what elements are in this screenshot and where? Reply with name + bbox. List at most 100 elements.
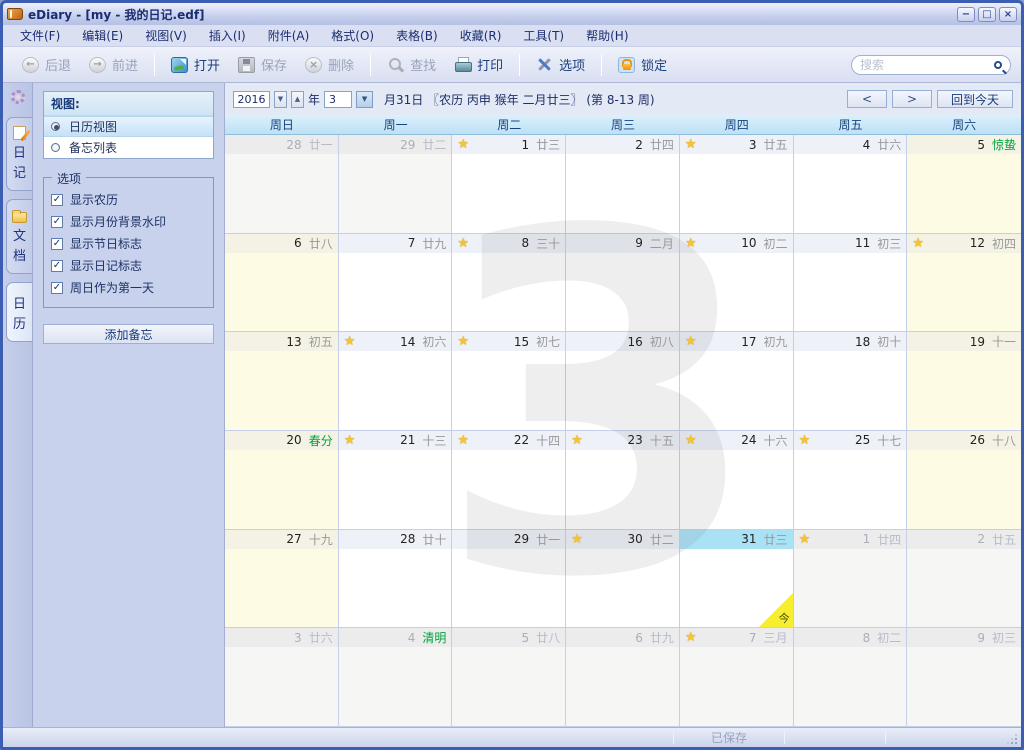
menu-item[interactable]: 收藏(R): [449, 25, 513, 46]
save-button[interactable]: 保存: [229, 51, 296, 78]
calendar-cell[interactable]: 2廿四: [566, 135, 680, 234]
menu-item[interactable]: 文件(F): [9, 25, 71, 46]
option-checkbox[interactable]: ✓显示日记标志: [51, 257, 206, 274]
side-tab-calendar[interactable]: 日历: [6, 282, 32, 342]
calendar-cell[interactable]: 28廿十: [339, 530, 453, 629]
year-spin-down-button[interactable]: ▼: [274, 91, 287, 108]
maximize-button[interactable]: □: [978, 7, 996, 22]
calendar-cell[interactable]: ★17初九: [680, 332, 794, 431]
option-checkbox[interactable]: ✓显示月份背景水印: [51, 213, 206, 230]
delete-button[interactable]: ×删除: [296, 51, 363, 78]
calendar-cell[interactable]: 2廿五: [907, 530, 1021, 629]
menu-item[interactable]: 插入(I): [198, 25, 257, 46]
calendar-cell[interactable]: 3廿六: [225, 628, 339, 727]
cell-header: 18初十: [794, 332, 907, 351]
calendar-cell[interactable]: 9二月: [566, 234, 680, 333]
option-checkbox[interactable]: ✓周日作为第一天: [51, 279, 206, 296]
menu-item[interactable]: 附件(A): [257, 25, 321, 46]
next-month-button[interactable]: >: [892, 90, 932, 108]
open-button[interactable]: 打开: [162, 51, 229, 78]
side-tab-diary[interactable]: 日记: [6, 117, 32, 191]
calendar-cell[interactable]: ★10初二: [680, 234, 794, 333]
calendar-cell[interactable]: 16初八: [566, 332, 680, 431]
view-option[interactable]: 备忘列表: [44, 137, 213, 158]
forward-button[interactable]: →前进: [80, 51, 147, 78]
find-button[interactable]: 查找: [378, 51, 445, 78]
calendar-cell[interactable]: ★14初六: [339, 332, 453, 431]
checkbox-icon: ✓: [51, 194, 63, 206]
checkbox-icon: ✓: [51, 238, 63, 250]
toolbar-separator: [601, 54, 602, 76]
calendar-cell[interactable]: ★12初四: [907, 234, 1021, 333]
print-button[interactable]: 打印: [445, 51, 512, 78]
calendar-cell[interactable]: ★15初七: [452, 332, 566, 431]
options-button[interactable]: 选项: [527, 51, 594, 78]
calendar-cell[interactable]: 18初十: [794, 332, 908, 431]
calendar-cell[interactable]: 6廿八: [225, 234, 339, 333]
diary-star-icon: ★: [685, 236, 697, 251]
side-tab-docs[interactable]: 文档: [6, 199, 32, 274]
add-memo-button[interactable]: 添加备忘: [43, 324, 214, 344]
year-field[interactable]: 2016: [233, 91, 270, 108]
calendar-cell[interactable]: ★3廿五: [680, 135, 794, 234]
calendar-cell[interactable]: 5廿八: [452, 628, 566, 727]
option-checkbox[interactable]: ✓显示农历: [51, 191, 206, 208]
cell-lunar: 廿三: [764, 531, 788, 548]
calendar-cell[interactable]: 5惊蛰: [907, 135, 1021, 234]
minimize-button[interactable]: −: [957, 7, 975, 22]
menu-item[interactable]: 帮助(H): [575, 25, 639, 46]
calendar-cell[interactable]: ★7三月: [680, 628, 794, 727]
lock-button[interactable]: 锁定: [609, 51, 676, 78]
weekday-header: 周三: [566, 115, 680, 134]
search-icon[interactable]: [994, 61, 1002, 69]
calendar-cell[interactable]: 26十八: [907, 431, 1021, 530]
year-spin-up-button[interactable]: ▲: [291, 91, 304, 108]
menu-item[interactable]: 编辑(E): [71, 25, 134, 46]
diary-star-icon: ★: [799, 433, 811, 448]
calendar-cell[interactable]: 27十九: [225, 530, 339, 629]
month-field[interactable]: 3: [324, 91, 352, 108]
calendar-cell[interactable]: ★23十五: [566, 431, 680, 530]
settings-button[interactable]: [11, 89, 25, 108]
calendar-cell[interactable]: ★25十七: [794, 431, 908, 530]
calendar-cell[interactable]: ★22十四: [452, 431, 566, 530]
calendar-cell[interactable]: 20春分: [225, 431, 339, 530]
calendar-cell[interactable]: 31廿三今: [680, 530, 794, 629]
cell-header: 9二月: [566, 234, 679, 253]
calendar-cell[interactable]: 6廿九: [566, 628, 680, 727]
calendar-cell[interactable]: ★1廿四: [794, 530, 908, 629]
view-option[interactable]: 日历视图: [44, 116, 213, 137]
back-button[interactable]: ←后退: [13, 51, 80, 78]
calendar-cell[interactable]: 13初五: [225, 332, 339, 431]
prev-month-button[interactable]: <: [847, 90, 887, 108]
calendar-cell[interactable]: 29廿一: [452, 530, 566, 629]
calendar-cell[interactable]: ★21十三: [339, 431, 453, 530]
close-button[interactable]: ×: [999, 7, 1017, 22]
calendar-cell[interactable]: ★1廿三: [452, 135, 566, 234]
calendar-cell[interactable]: 4廿六: [794, 135, 908, 234]
cell-lunar: 十一: [992, 333, 1016, 350]
calendar-cell[interactable]: 4清明: [339, 628, 453, 727]
calendar-cell[interactable]: ★30廿二: [566, 530, 680, 629]
search-input[interactable]: [860, 58, 990, 72]
resize-grip[interactable]: [1006, 733, 1018, 745]
calendar-cell[interactable]: 29廿二: [339, 135, 453, 234]
calendar-cell[interactable]: 28廿一: [225, 135, 339, 234]
menu-item[interactable]: 工具(T): [512, 25, 575, 46]
menu-item[interactable]: 格式(O): [320, 25, 385, 46]
calendar-cell[interactable]: 19十一: [907, 332, 1021, 431]
option-checkbox[interactable]: ✓显示节日标志: [51, 235, 206, 252]
cell-header: ★17初九: [680, 332, 793, 351]
cell-lunar: 十八: [992, 432, 1016, 449]
calendar-cell[interactable]: 7廿九: [339, 234, 453, 333]
month-dropdown-button[interactable]: ▼: [356, 91, 373, 108]
menu-item[interactable]: 视图(V): [134, 25, 198, 46]
menu-item[interactable]: 表格(B): [385, 25, 449, 46]
calendar-cell[interactable]: 11初三: [794, 234, 908, 333]
cell-lunar: 廿九: [650, 629, 674, 646]
calendar-cell[interactable]: 9初三: [907, 628, 1021, 727]
calendar-cell[interactable]: 8初二: [794, 628, 908, 727]
calendar-cell[interactable]: ★24十六: [680, 431, 794, 530]
back-to-today-button[interactable]: 回到今天: [937, 90, 1013, 108]
calendar-cell[interactable]: ★8三十: [452, 234, 566, 333]
